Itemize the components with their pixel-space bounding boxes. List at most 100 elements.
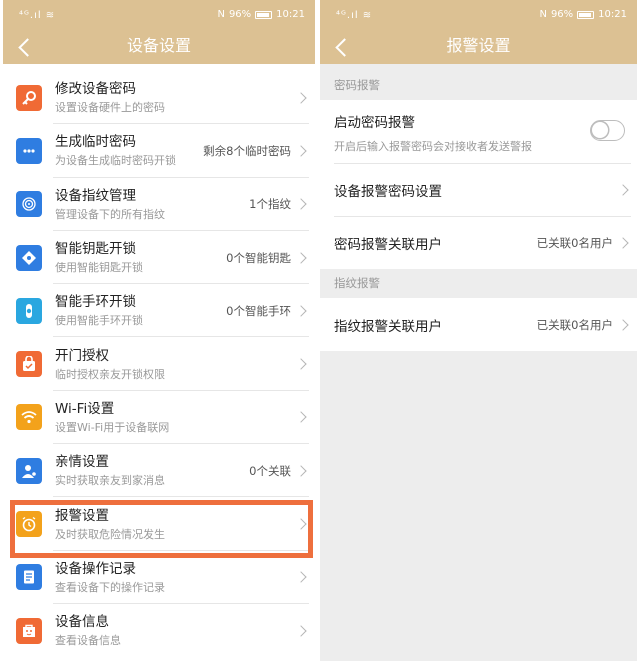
settings-item[interactable]: Wi-Fi设置设置Wi-Fi用于设备联网 — [3, 391, 315, 445]
settings-item-label: 开门授权 — [55, 347, 109, 364]
settings-item-value: 0个智能手环 — [226, 303, 291, 318]
authorize-icon — [16, 351, 42, 378]
settings-item[interactable]: 智能手环开锁 使用智能手环开锁 0个智能手环 — [3, 284, 315, 338]
wristband-icon — [16, 297, 42, 324]
wifi-icon — [16, 404, 42, 431]
settings-item-label: Wi-Fi设置 — [55, 400, 115, 417]
page-title: 设备设置 — [126, 36, 191, 55]
battery-icon — [255, 10, 273, 19]
nfc-icon: N — [539, 9, 547, 20]
settings-item-desc: 及时获取危险情况发生 — [55, 527, 165, 541]
enable-password-alarm-row: 启动密码报警 开启后输入报警密码会对接收者发送警报 — [320, 100, 637, 163]
chevron-right-icon — [617, 236, 629, 249]
device-settings-screen: ⁴ᴳ.ıl ≋ N 96% 10:21 设备设置 修改设备密码设置设备硬件上的密… — [3, 0, 315, 661]
nav-bar: 报警设置 — [320, 32, 637, 64]
settings-item[interactable]: 开门授权临时授权亲友开锁权限 — [3, 337, 315, 392]
page-title: 报警设置 — [446, 36, 511, 55]
chevron-right-icon — [617, 183, 629, 196]
section-header-fingerprint-alarm: 指纹报警 — [320, 269, 637, 298]
settings-item[interactable]: 智能钥匙开锁 使用智能钥匙开锁 0个智能钥匙 — [3, 231, 315, 285]
battery-percent: 96% — [550, 9, 574, 20]
settings-item-desc: 临时授权亲友开锁权限 — [55, 367, 165, 381]
settings-item-desc: 设置设备硬件上的密码 — [55, 101, 165, 115]
chevron-right-icon — [295, 358, 307, 370]
settings-item[interactable]: 设备信息查看设备信息 — [3, 604, 315, 657]
status-bar: ⁴ᴳ.ıl ≋ N 96% 10:21 — [320, 0, 637, 32]
signal-indicator: ⁴ᴳ.ıl ≋ — [336, 10, 373, 21]
clock: 10:21 — [598, 9, 627, 20]
fingerprint-icon — [16, 191, 42, 218]
settings-item-label: 设备指纹管理 — [55, 187, 136, 204]
settings-item-label: 智能钥匙开锁 — [55, 241, 136, 258]
settings-item-desc: 设置Wi-Fi用于设备联网 — [55, 420, 170, 434]
settings-item-value: 0个关联 — [249, 463, 291, 478]
settings-item[interactable]: 报警设置及时获取危险情况发生 — [3, 497, 315, 551]
settings-item-desc: 使用智能手环开锁 — [55, 314, 143, 328]
settings-item-desc: 为设备生成临时密码开锁 — [55, 154, 176, 168]
settings-item-label: 报警设置 — [55, 507, 109, 524]
settings-item[interactable]: 修改设备密码设置设备硬件上的密码 — [3, 71, 315, 125]
settings-item-value: 0个智能钥匙 — [226, 250, 291, 265]
battery-icon — [577, 10, 595, 19]
back-icon[interactable] — [330, 34, 358, 62]
password-alarm-users-row[interactable]: 密码报警关联用户 已关联0名用户 — [320, 216, 637, 269]
settings-item-label: 修改设备密码 — [55, 81, 136, 98]
nav-bar: 设备设置 — [3, 32, 315, 64]
fingerprint-alarm-users-row[interactable]: 指纹报警关联用户 已关联0名用户 — [320, 298, 637, 351]
chevron-right-icon — [295, 518, 307, 530]
settings-item-value: 剩余8个临时密码 — [203, 143, 291, 158]
chevron-right-icon — [295, 251, 307, 264]
password-alarm-group: 启动密码报警 开启后输入报警密码会对接收者发送警报 设备报警密码设置 密码报警关… — [320, 100, 637, 269]
chevron-right-icon — [295, 411, 307, 424]
settings-item-label: 设备操作记录 — [55, 560, 136, 577]
battery-percent: 96% — [228, 9, 252, 20]
settings-item-desc: 查看设备下的操作记录 — [55, 580, 165, 594]
chevron-right-icon — [295, 198, 307, 210]
chevron-right-icon — [617, 318, 629, 331]
settings-item[interactable]: 设备指纹管理管理设备下的所有指纹 1个指纹 — [3, 178, 315, 232]
settings-item[interactable]: 生成临时密码为设备生成临时密码开锁 剩余8个临时密码 — [3, 124, 315, 178]
settings-item-label: 设备信息 — [55, 614, 109, 631]
alarm-password-setting-label: 设备报警密码设置 — [334, 183, 442, 200]
chevron-right-icon — [295, 465, 307, 477]
settings-item-value: 1个指纹 — [249, 197, 291, 212]
alarm-settings-screen: ⁴ᴳ.ıl ≋ N 96% 10:21 报警设置 密码报警 启动密码报警 开启后… — [320, 0, 637, 661]
clock: 10:21 — [276, 9, 305, 20]
enable-password-alarm-desc: 开启后输入报警密码会对接收者发送警报 — [334, 140, 532, 153]
fingerprint-alarm-users-value: 已关联0名用户 — [536, 317, 613, 332]
smart-key-icon — [16, 244, 42, 271]
settings-item-desc: 查看设备信息 — [55, 634, 121, 648]
fingerprint-alarm-group: 指纹报警关联用户 已关联0名用户 — [320, 298, 637, 351]
settings-item-desc: 实时获取亲友到家消息 — [55, 474, 165, 488]
settings-list: 修改设备密码设置设备硬件上的密码 生成临时密码为设备生成临时密码开锁 剩余8个临时密… — [3, 71, 315, 657]
chevron-right-icon — [295, 305, 307, 317]
settings-item[interactable]: 亲情设置实时获取亲友到家消息 0个关联 — [3, 444, 315, 498]
alarm-clock-icon — [16, 511, 42, 538]
settings-item[interactable]: 设备操作记录查看设备下的操作记录 — [3, 551, 315, 605]
settings-item-label: 智能手环开锁 — [55, 294, 136, 311]
signal-indicator: ⁴ᴳ.ıl ≋ — [19, 10, 56, 21]
nfc-icon: N — [217, 9, 225, 20]
password-alarm-users-label: 密码报警关联用户 — [334, 236, 442, 253]
status-bar: ⁴ᴳ.ıl ≋ N 96% 10:21 — [3, 0, 315, 32]
settings-item-label: 亲情设置 — [55, 454, 109, 471]
alarm-password-setting-row[interactable]: 设备报警密码设置 — [320, 163, 637, 216]
family-icon — [16, 457, 42, 484]
password-alarm-toggle[interactable] — [590, 120, 625, 141]
settings-item-desc: 使用智能钥匙开锁 — [55, 261, 143, 275]
chevron-right-icon — [295, 91, 307, 104]
info-icon — [16, 617, 42, 644]
chevron-right-icon — [295, 145, 307, 157]
dots-icon — [16, 137, 42, 164]
back-icon[interactable] — [13, 34, 41, 62]
key-icon — [16, 84, 42, 111]
settings-item-desc: 管理设备下的所有指纹 — [55, 207, 165, 221]
settings-item-label: 生成临时密码 — [55, 134, 136, 151]
enable-password-alarm-label: 启动密码报警 — [334, 115, 415, 131]
chevron-right-icon — [295, 624, 307, 637]
fingerprint-alarm-users-label: 指纹报警关联用户 — [334, 318, 442, 335]
password-alarm-users-value: 已关联0名用户 — [536, 235, 613, 250]
chevron-right-icon — [295, 571, 307, 583]
section-header-password-alarm: 密码报警 — [320, 71, 637, 100]
record-icon — [16, 564, 42, 591]
